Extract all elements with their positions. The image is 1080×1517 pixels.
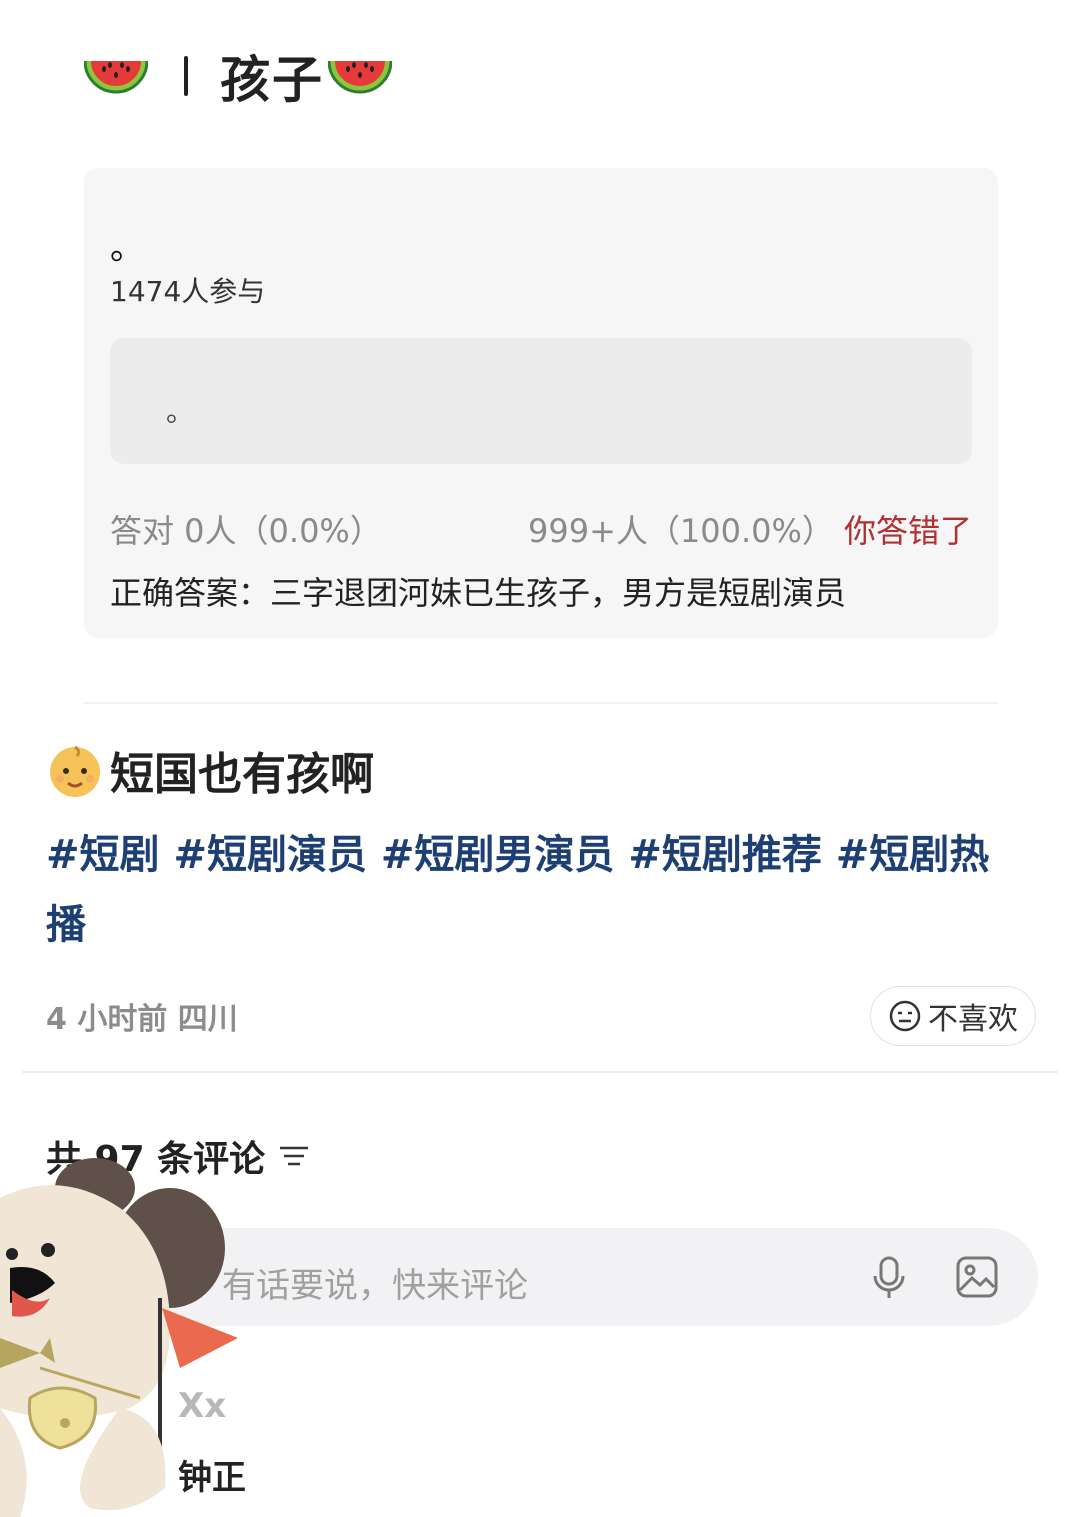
divider (84, 702, 998, 704)
quiz-participants: 1474人参与 (110, 275, 266, 308)
dislike-button[interactable]: 不喜欢 (870, 986, 1036, 1046)
quiz-option[interactable]: 。 (110, 338, 972, 464)
wrong-stat: 999+人（100.0%） (528, 512, 834, 550)
watermelon-icon (328, 60, 392, 94)
hashtags-line2[interactable]: 播 (46, 890, 1036, 960)
page-title: 孩子 (220, 51, 324, 109)
post-meta: 4 小时前 四川 (46, 1002, 238, 1037)
dog-sticker-icon (0, 1158, 238, 1517)
post-title: 短国也有孩啊 (46, 738, 374, 802)
watermelon-icon (84, 60, 148, 94)
divider (22, 1071, 1058, 1073)
quiz-question: 。 (110, 228, 144, 268)
correct-stat: 答对 0人（0.0%） (110, 512, 382, 550)
title-divider (184, 56, 188, 96)
post-title-text: 短国也有孩啊 (110, 749, 374, 800)
correct-answer: 正确答案：三字退团河妹已生孩子，男方是短剧演员 (110, 574, 847, 612)
quiz-option-text: 。 (166, 395, 195, 428)
microphone-icon[interactable] (864, 1252, 914, 1302)
image-icon[interactable] (954, 1254, 1000, 1300)
sort-icon[interactable] (277, 1141, 311, 1171)
dislike-face-icon (889, 1000, 921, 1032)
dislike-label: 不喜欢 (928, 1002, 1018, 1037)
comment-input[interactable]: 有话要说，快来评论 (112, 1228, 1038, 1326)
result-label: 你答错了 (843, 512, 972, 550)
quiz-card: 。 1474人参与 。 答对 0人（0.0%） 999+人（100.0%） 你答… (84, 168, 998, 638)
hashtags[interactable]: #短剧 #短剧演员 #短剧男演员 #短剧推荐 #短剧热 播 (46, 820, 1036, 960)
comment-placeholder: 有话要说，快来评论 (222, 1266, 528, 1306)
quiz-stats: 答对 0人（0.0%） 999+人（100.0%） 你答错了 (110, 506, 972, 550)
hashtags-line1[interactable]: #短剧 #短剧演员 #短剧男演员 #短剧推荐 #短剧热 (46, 820, 1036, 890)
title-row: 孩子 (84, 40, 392, 112)
baby-emoji-icon (50, 745, 100, 797)
